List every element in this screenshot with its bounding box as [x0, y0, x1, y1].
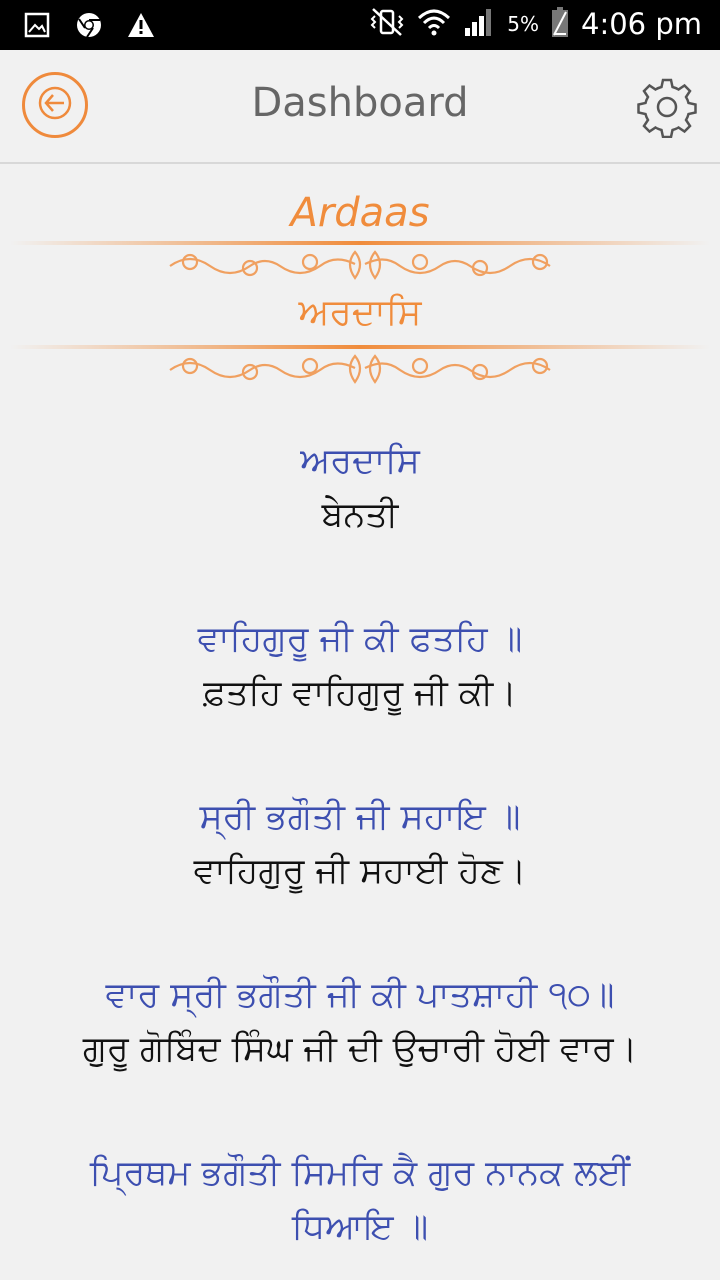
warning-icon [126, 10, 156, 40]
verse-item[interactable]: ਵਾਹਿਗੁਰੂ ਜੀ ਕੀ ਫਤਹਿ ॥ ਫ਼ਤਹਿ ਵਾਹਿਗੁਰੂ ਜੀ … [0, 612, 720, 720]
verse-item[interactable]: ਸ੍ਰੀ ਭਗੌਤੀ ਜੀ ਸਹਾਇ ॥ ਵਾਹਿਗੁਰੂ ਜੀ ਸਹਾਈ ਹੋ… [0, 790, 720, 898]
verse-gurmukhi: ਵਾਰ ਸ੍ਰੀ ਭਗੌਤੀ ਜੀ ਕੀ ਪਾਤਸ਼ਾਹੀ ੧੦॥ [105, 975, 615, 1015]
verse-translation: ਗੁਰੂ ਗੋਬਿੰਦ ਸਿੰਘ ਜੀ ਦੀ ਉਚਾਰੀ ਹੋਈ ਵਾਰ। [82, 1029, 638, 1069]
verse-translation: ਬੇਨਤੀ [321, 495, 399, 535]
header-english-title: Ardaas [290, 190, 430, 236]
ornament-divider [169, 354, 551, 384]
vibrate-mute-icon [369, 6, 405, 42]
battery-icon [551, 6, 569, 42]
page-title: Dashboard [251, 80, 469, 126]
clock: 4:06 pm [581, 7, 702, 41]
battery-percent: 5% [507, 12, 539, 36]
verse-translation: ਵਾਹਿਗੁਰੂ ਜੀ ਸਹਾਈ ਹੋਣ। [193, 851, 527, 891]
image-icon [22, 10, 52, 40]
ornament-divider [169, 250, 551, 280]
status-bar: 5% 4:06 pm [0, 0, 720, 50]
verse-item[interactable]: ਵਾਰ ਸ੍ਰੀ ਭਗੌਤੀ ਜੀ ਕੀ ਪਾਤਸ਼ਾਹੀ ੧੦॥ ਗੁਰੂ ਗ… [0, 968, 720, 1076]
verse-list: ਅਰਦਾਸਿ ਬੇਨਤੀ ਵਾਹਿਗੁਰੂ ਜੀ ਕੀ ਫਤਹਿ ॥ ਫ਼ਤਹਿ… [0, 434, 720, 1280]
wifi-icon [417, 6, 451, 42]
header-punjabi-title: ਅਰਦਾਸਿ [298, 292, 422, 333]
chrome-icon [74, 10, 104, 40]
settings-button[interactable] [636, 76, 698, 139]
content-area: Ardaas ਅਰਦਾਸਿ ਅਰਦਾਸਿ ਬੇਨਤੀ ਵਾਹਿਗੁਰੂ ਜੀ ਕ… [0, 164, 720, 1280]
verse-gurmukhi: ਵਾਹਿਗੁਰੂ ਜੀ ਕੀ ਫਤਹਿ ॥ [197, 619, 523, 659]
verse-translation: ਫ਼ਤਹਿ ਵਾਹਿਗੁਰੂ ਜੀ ਕੀ। [203, 673, 517, 713]
verse-item[interactable]: ਪ੍ਰਿਥਮ ਭਗੌਤੀ ਸਿਮਰਿ ਕੈ ਗੁਰ ਨਾਨਕ ਲਈਂ ਧਿਆਇ … [0, 1146, 720, 1254]
verse-gurmukhi: ਸ੍ਰੀ ਭਗੌਤੀ ਜੀ ਸਹਾਇ ॥ [199, 797, 521, 837]
signal-icon [463, 6, 495, 42]
gear-icon [637, 78, 697, 139]
verse-item[interactable]: ਅਰਦਾਸਿ ਬੇਨਤੀ [0, 434, 720, 542]
app-bar: Dashboard [0, 50, 720, 164]
verse-gurmukhi: ਅਰਦਾਸਿ [300, 441, 420, 481]
verse-gurmukhi: ਪ੍ਰਿਥਮ ਭਗੌਤੀ ਸਿਮਰਿ ਕੈ ਗੁਰ ਨਾਨਕ ਲਈਂ ਧਿਆਇ … [89, 1153, 631, 1247]
